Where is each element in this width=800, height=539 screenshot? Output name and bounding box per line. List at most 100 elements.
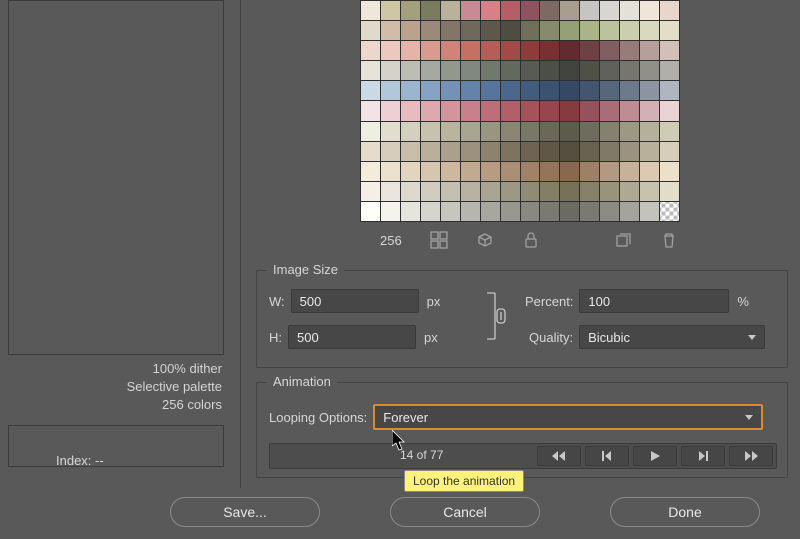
swatch[interactable]	[600, 101, 619, 120]
lock-icon[interactable]	[522, 231, 540, 249]
swatch[interactable]	[521, 1, 540, 20]
swatch[interactable]	[620, 202, 639, 221]
swatch[interactable]	[660, 182, 679, 201]
swatch[interactable]	[640, 182, 659, 201]
last-frame-button[interactable]	[729, 446, 773, 466]
swatch[interactable]	[361, 21, 380, 40]
swatch[interactable]	[660, 101, 679, 120]
swatch[interactable]	[481, 142, 500, 161]
swatch[interactable]	[660, 122, 679, 141]
swatch[interactable]	[501, 81, 520, 100]
swatch[interactable]	[560, 101, 579, 120]
swatch[interactable]	[540, 142, 559, 161]
swatch[interactable]	[481, 122, 500, 141]
swatch[interactable]	[421, 41, 440, 60]
swatch[interactable]	[660, 1, 679, 20]
swatch[interactable]	[481, 1, 500, 20]
swatch[interactable]	[600, 182, 619, 201]
new-swatch-icon[interactable]	[614, 231, 632, 249]
swatch[interactable]	[540, 61, 559, 80]
swatch[interactable]	[401, 101, 420, 120]
swatch[interactable]	[580, 101, 599, 120]
swatch[interactable]	[521, 122, 540, 141]
swatch[interactable]	[441, 182, 460, 201]
swatch[interactable]	[521, 81, 540, 100]
swatch[interactable]	[580, 1, 599, 20]
swatch[interactable]	[660, 202, 679, 221]
swatch[interactable]	[461, 1, 480, 20]
swatch[interactable]	[600, 162, 619, 181]
swatch[interactable]	[401, 122, 420, 141]
swatch[interactable]	[540, 101, 559, 120]
swatch[interactable]	[441, 142, 460, 161]
swatch[interactable]	[600, 142, 619, 161]
swatch[interactable]	[540, 162, 559, 181]
swatch[interactable]	[540, 182, 559, 201]
swatch[interactable]	[600, 81, 619, 100]
swatch[interactable]	[401, 21, 420, 40]
swatch[interactable]	[381, 122, 400, 141]
swatch[interactable]	[640, 41, 659, 60]
swatch[interactable]	[660, 81, 679, 100]
first-frame-button[interactable]	[537, 446, 581, 466]
swatch[interactable]	[501, 162, 520, 181]
swatch[interactable]	[361, 142, 380, 161]
swatch[interactable]	[421, 61, 440, 80]
swatch[interactable]	[401, 142, 420, 161]
swatch[interactable]	[521, 182, 540, 201]
swatch[interactable]	[501, 182, 520, 201]
swatch[interactable]	[441, 101, 460, 120]
swatch[interactable]	[560, 202, 579, 221]
swatch[interactable]	[481, 21, 500, 40]
swatch[interactable]	[421, 202, 440, 221]
swatch[interactable]	[381, 162, 400, 181]
swatch[interactable]	[441, 1, 460, 20]
swatch[interactable]	[361, 162, 380, 181]
swatch[interactable]	[580, 41, 599, 60]
swatch[interactable]	[441, 122, 460, 141]
swatch[interactable]	[540, 122, 559, 141]
swatch[interactable]	[401, 61, 420, 80]
constrain-link-icon[interactable]	[485, 287, 507, 345]
trash-icon[interactable]	[660, 231, 678, 249]
swatch[interactable]	[461, 202, 480, 221]
swatch[interactable]	[501, 142, 520, 161]
swatch[interactable]	[620, 101, 639, 120]
swatch[interactable]	[361, 122, 380, 141]
swatch[interactable]	[580, 202, 599, 221]
swatch[interactable]	[640, 81, 659, 100]
swatch[interactable]	[421, 101, 440, 120]
swatch[interactable]	[421, 81, 440, 100]
swatch[interactable]	[620, 122, 639, 141]
swatch[interactable]	[560, 41, 579, 60]
swatch[interactable]	[501, 101, 520, 120]
swatch[interactable]	[361, 182, 380, 201]
swatch[interactable]	[600, 1, 619, 20]
height-field[interactable]	[288, 325, 416, 349]
swatch[interactable]	[441, 21, 460, 40]
swatch[interactable]	[361, 61, 380, 80]
swatch[interactable]	[640, 101, 659, 120]
swatch[interactable]	[540, 21, 559, 40]
swatch[interactable]	[620, 61, 639, 80]
swatch[interactable]	[461, 21, 480, 40]
swatch[interactable]	[361, 41, 380, 60]
swatch[interactable]	[501, 41, 520, 60]
swatch[interactable]	[540, 1, 559, 20]
swatch[interactable]	[640, 1, 659, 20]
swatch[interactable]	[441, 162, 460, 181]
swatch[interactable]	[421, 122, 440, 141]
swatch[interactable]	[501, 122, 520, 141]
cube-icon[interactable]	[476, 231, 494, 249]
swatch[interactable]	[461, 122, 480, 141]
swatch[interactable]	[401, 41, 420, 60]
swatch[interactable]	[461, 61, 480, 80]
looping-select[interactable]: Forever	[373, 404, 763, 430]
swatch[interactable]	[560, 122, 579, 141]
swatch[interactable]	[620, 162, 639, 181]
cancel-button[interactable]: Cancel	[390, 497, 540, 527]
swatch[interactable]	[421, 182, 440, 201]
swatch[interactable]	[461, 101, 480, 120]
swatch[interactable]	[421, 142, 440, 161]
swatch[interactable]	[521, 101, 540, 120]
